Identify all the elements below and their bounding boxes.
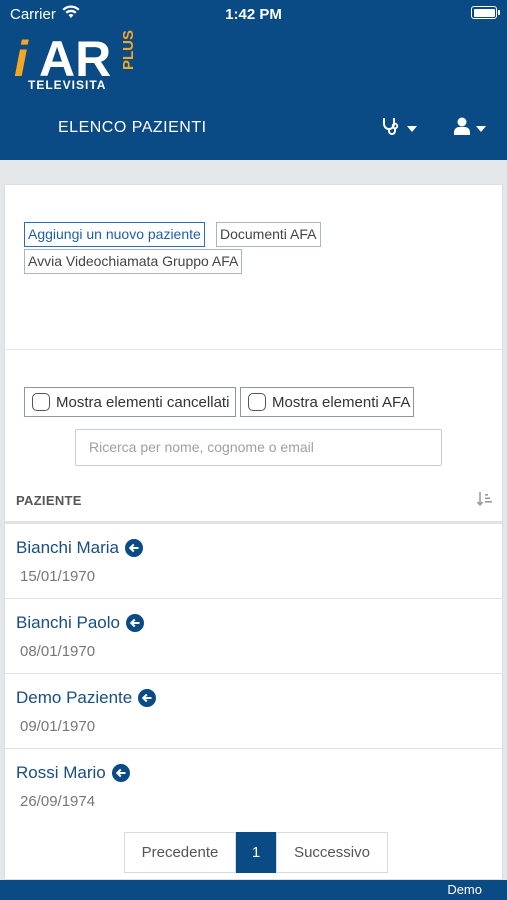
table-row[interactable]: Bianchi Paolo 08/01/1970 bbox=[5, 599, 502, 674]
sort-icon[interactable] bbox=[476, 491, 493, 512]
pagination: Precedente 1 Successivo bbox=[124, 832, 388, 873]
arrow-left-circle-icon[interactable] bbox=[138, 689, 157, 707]
page-1-button[interactable]: 1 bbox=[236, 832, 276, 873]
show-afa-label: Mostra elementi AFA bbox=[272, 393, 411, 411]
search-input[interactable]: Ricerca per nome, cognome o email bbox=[75, 429, 442, 466]
chevron-down-icon bbox=[407, 119, 417, 137]
show-deleted-checkbox[interactable]: Mostra elementi cancellati bbox=[24, 387, 236, 417]
battery-icon bbox=[471, 6, 500, 19]
patient-birthdate: 09/01/1970 bbox=[20, 718, 96, 735]
divider bbox=[5, 349, 502, 350]
patient-birthdate: 26/09/1974 bbox=[20, 793, 96, 810]
table-row[interactable]: Bianchi Maria 15/01/1970 bbox=[5, 524, 502, 599]
footer-bar: Demo bbox=[0, 880, 507, 900]
checkbox-icon bbox=[248, 393, 266, 411]
patient-birthdate: 15/01/1970 bbox=[20, 568, 96, 585]
chevron-down-icon bbox=[476, 119, 486, 137]
show-deleted-label: Mostra elementi cancellati bbox=[56, 393, 230, 411]
patient-name[interactable]: Demo Paziente bbox=[16, 688, 132, 708]
arrow-left-circle-icon[interactable] bbox=[125, 614, 144, 632]
user-menu-button[interactable] bbox=[454, 117, 486, 139]
patient-birthdate: 08/01/1970 bbox=[20, 643, 96, 660]
checkbox-icon bbox=[32, 393, 50, 411]
next-page-button[interactable]: Successivo bbox=[276, 832, 388, 873]
page-title: ELENCO PAZIENTI bbox=[58, 119, 207, 136]
patient-name[interactable]: Rossi Mario bbox=[16, 763, 106, 783]
patients-panel: Aggiungi un nuovo paziente Documenti AFA… bbox=[4, 184, 503, 880]
afa-group-video-call-button[interactable]: Avvia Videochiamata Gruppo AFA bbox=[24, 249, 243, 274]
patient-name[interactable]: Bianchi Paolo bbox=[16, 613, 120, 633]
app-header: Carrier 1:42 PM i AR PLUS TELEVISITA ELE… bbox=[0, 0, 507, 160]
prev-page-button[interactable]: Precedente bbox=[124, 832, 236, 873]
table-row[interactable]: Rossi Mario 26/09/1974 bbox=[5, 749, 502, 824]
patient-name[interactable]: Bianchi Maria bbox=[16, 538, 119, 558]
add-patient-button[interactable]: Aggiungi un nuovo paziente bbox=[24, 222, 205, 247]
user-icon bbox=[454, 117, 470, 140]
status-bar: Carrier 1:42 PM bbox=[0, 0, 507, 28]
stethoscope-menu-button[interactable] bbox=[381, 117, 417, 139]
environment-label: Demo bbox=[447, 882, 482, 897]
arrow-left-circle-icon[interactable] bbox=[125, 539, 143, 557]
app-logo: i AR PLUS TELEVISITA bbox=[14, 30, 137, 92]
show-afa-checkbox[interactable]: Mostra elementi AFA bbox=[240, 387, 414, 417]
column-header-patient[interactable]: PAZIENTE bbox=[16, 493, 82, 508]
clock: 1:42 PM bbox=[225, 6, 282, 23]
stethoscope-icon bbox=[381, 116, 401, 141]
arrow-left-circle-icon[interactable] bbox=[111, 764, 130, 782]
table-row[interactable]: Demo Paziente 09/01/1970 bbox=[5, 674, 502, 749]
afa-documents-button[interactable]: Documenti AFA bbox=[216, 222, 321, 247]
